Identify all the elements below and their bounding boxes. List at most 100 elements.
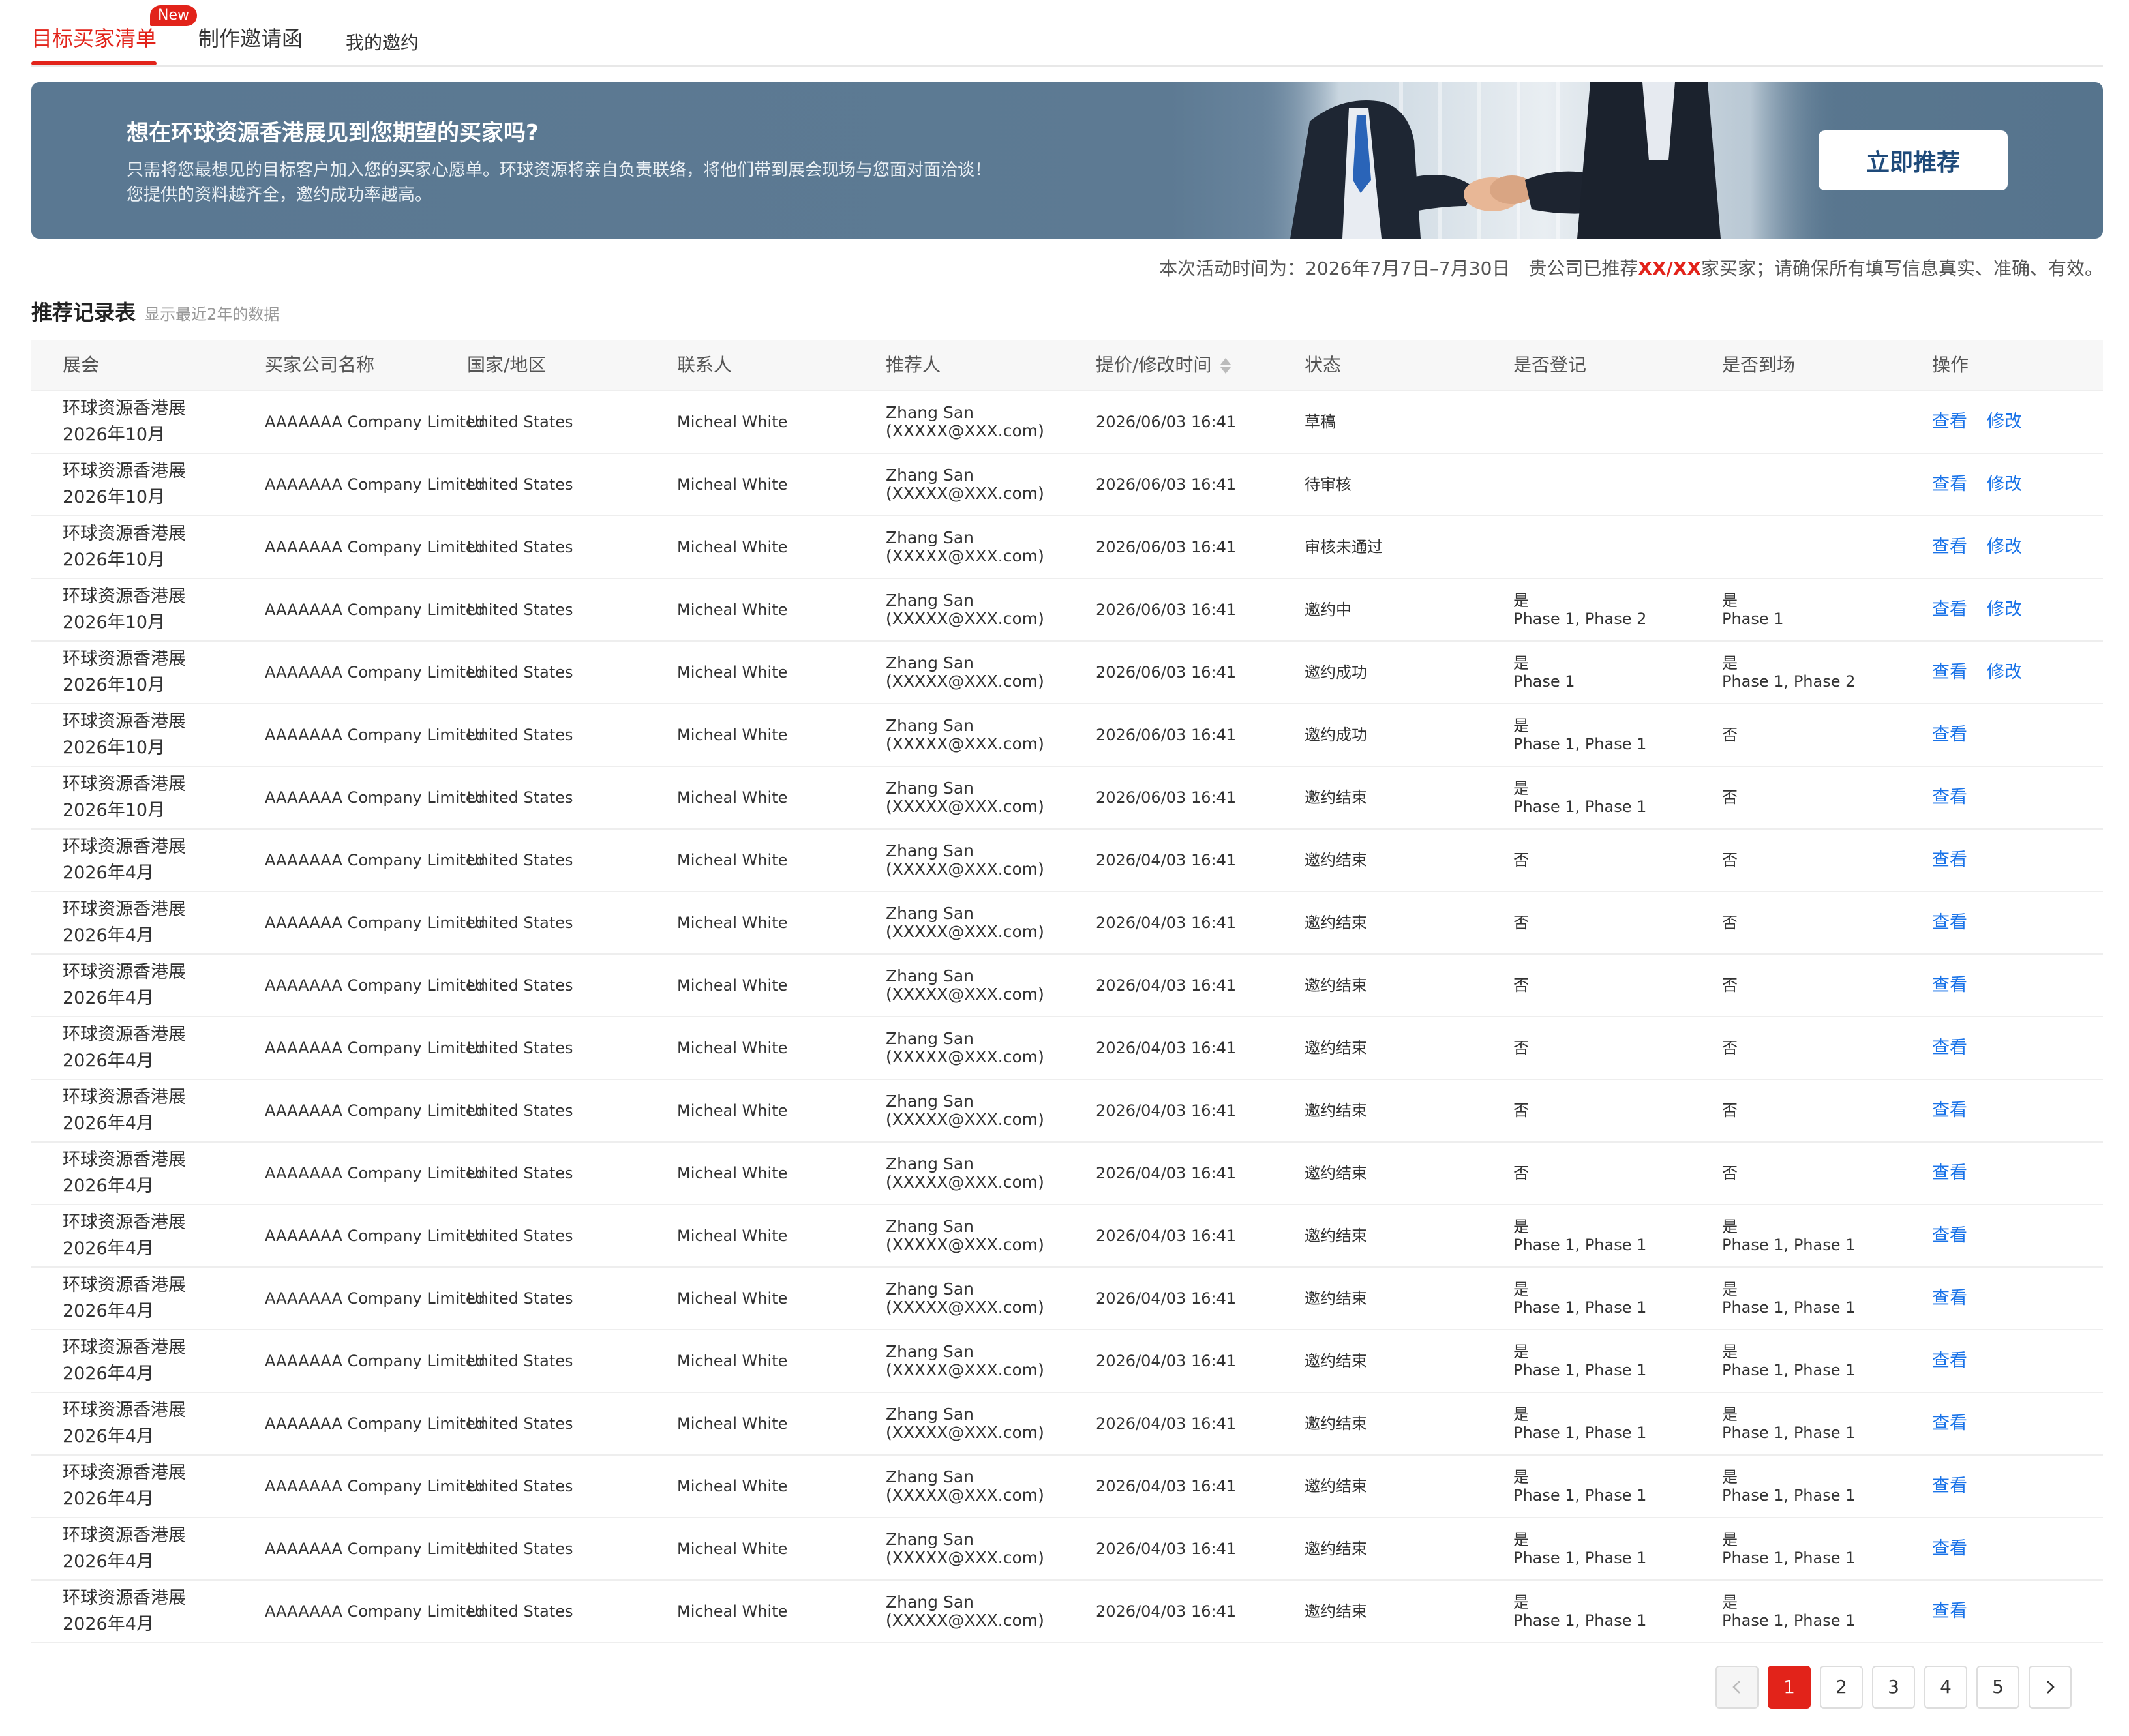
page-4-button[interactable]: 4 xyxy=(1924,1666,1967,1709)
cell-contact: Micheal White xyxy=(677,955,787,1016)
cell-country: United States xyxy=(467,1017,573,1079)
cell-arrived: 是 Phase 1, Phase 1 xyxy=(1722,1205,1855,1266)
cell-arrived: 是 Phase 1, Phase 1 xyxy=(1722,1456,1855,1517)
header-time[interactable]: 提价/修改时间 xyxy=(1096,340,1232,390)
cell-contact: Micheal White xyxy=(677,391,787,453)
view-link[interactable]: 查看 xyxy=(1932,726,1967,744)
registered-value: 是 xyxy=(1513,779,1529,798)
cell-status: 邀约中 xyxy=(1305,579,1351,640)
cell-contact: Micheal White xyxy=(677,1205,787,1266)
arrived-value: 否 xyxy=(1722,1039,1738,1057)
recommend-now-button[interactable]: 立即推荐 xyxy=(1819,130,2008,190)
cell-time: 2026/04/03 16:41 xyxy=(1096,1581,1236,1642)
page-5-button[interactable]: 5 xyxy=(1976,1666,2019,1709)
edit-link[interactable]: 修改 xyxy=(1987,663,2022,681)
fair-date: 2026年10月 xyxy=(63,550,166,570)
cell-fair: 环球资源香港展 2026年4月 xyxy=(63,1268,186,1329)
table-row: 环球资源香港展 2026年4月 AAAAAAA Company Limited Uni… xyxy=(31,1017,2103,1080)
cell-ops: 查看 修改 xyxy=(1932,579,2042,640)
contact-name: Micheal White xyxy=(677,788,788,807)
page-1-button[interactable]: 1 xyxy=(1768,1666,1811,1709)
view-link[interactable]: 查看 xyxy=(1932,413,1967,431)
view-link[interactable]: 查看 xyxy=(1932,1101,1967,1120)
referrer-name: Zhang San xyxy=(886,779,974,798)
view-link[interactable]: 查看 xyxy=(1932,601,1967,619)
view-link[interactable]: 查看 xyxy=(1932,1414,1967,1433)
company-name: AAAAAAA Company Limited xyxy=(265,1289,485,1308)
sort-icon[interactable] xyxy=(1219,357,1232,375)
referrer-email: (XXXXX@XXX.com) xyxy=(886,1298,1044,1317)
view-link[interactable]: 查看 xyxy=(1932,538,1967,556)
page-3-button[interactable]: 3 xyxy=(1872,1666,1915,1709)
tab-my-invitations[interactable]: 我的邀约 xyxy=(346,29,419,55)
page-2-button[interactable]: 2 xyxy=(1820,1666,1863,1709)
country-name: United States xyxy=(467,1540,573,1558)
view-link[interactable]: 查看 xyxy=(1932,1540,1967,1558)
view-link[interactable]: 查看 xyxy=(1932,1602,1967,1621)
cell-time: 2026/06/03 16:41 xyxy=(1096,391,1236,453)
cell-time: 2026/04/03 16:41 xyxy=(1096,1330,1236,1392)
cell-fair: 环球资源香港展 2026年4月 xyxy=(63,1017,186,1079)
edit-link[interactable]: 修改 xyxy=(1987,601,2022,619)
cell-company: AAAAAAA Company Limited xyxy=(265,767,485,828)
modified-time: 2026/04/03 16:41 xyxy=(1096,1352,1237,1370)
country-name: United States xyxy=(467,475,573,494)
edit-link[interactable]: 修改 xyxy=(1987,475,2022,494)
view-link[interactable]: 查看 xyxy=(1932,475,1967,494)
fair-date: 2026年10月 xyxy=(63,800,166,820)
fair-date: 2026年4月 xyxy=(63,1489,154,1509)
cell-registered: 否 xyxy=(1513,955,1529,1016)
view-link[interactable]: 查看 xyxy=(1932,851,1967,869)
view-link[interactable]: 查看 xyxy=(1932,788,1967,807)
view-link[interactable]: 查看 xyxy=(1932,914,1967,932)
cell-time: 2026/04/03 16:41 xyxy=(1096,955,1236,1016)
view-link[interactable]: 查看 xyxy=(1932,1352,1967,1370)
country-name: United States xyxy=(467,1289,573,1308)
referrer-name: Zhang San xyxy=(886,1092,974,1111)
cell-referrer: Zhang San (XXXXX@XXX.com) xyxy=(886,642,1044,703)
prev-page-button[interactable] xyxy=(1715,1666,1759,1709)
status-text: 邀约结束 xyxy=(1305,1101,1367,1120)
cell-ops: 查看 xyxy=(1932,955,1987,1016)
registered-value: 是 xyxy=(1513,717,1529,735)
referrer-email: (XXXXX@XXX.com) xyxy=(886,734,1044,753)
cell-referrer: Zhang San (XXXXX@XXX.com) xyxy=(886,1330,1044,1392)
status-text: 邀约结束 xyxy=(1305,1602,1367,1621)
registered-phases: Phase 1 xyxy=(1513,672,1575,691)
view-link[interactable]: 查看 xyxy=(1932,663,1967,681)
registered-phases: Phase 1, Phase 1 xyxy=(1513,1611,1647,1630)
view-link[interactable]: 查看 xyxy=(1932,1477,1967,1495)
cell-company: AAAAAAA Company Limited xyxy=(265,830,485,891)
view-link[interactable]: 查看 xyxy=(1932,1164,1967,1182)
fair-name: 环球资源香港展 xyxy=(63,1338,186,1358)
view-link[interactable]: 查看 xyxy=(1932,976,1967,995)
table-row: 环球资源香港展 2026年4月 AAAAAAA Company Limited Uni… xyxy=(31,1080,2103,1143)
view-link[interactable]: 查看 xyxy=(1932,1227,1967,1245)
tab-target-buyers[interactable]: 目标买家清单 xyxy=(31,22,157,65)
registered-phases: Phase 1, Phase 1 xyxy=(1513,1424,1647,1442)
chevron-right-icon xyxy=(2047,1681,2055,1694)
edit-link[interactable]: 修改 xyxy=(1987,538,2022,556)
cell-contact: Micheal White xyxy=(677,767,787,828)
tab-make-invitation[interactable]: 制作邀请函 xyxy=(198,22,303,52)
cell-country: United States xyxy=(467,1080,573,1141)
edit-link[interactable]: 修改 xyxy=(1987,413,2022,431)
cell-country: United States xyxy=(467,642,573,703)
cell-arrived: 是 Phase 1, Phase 2 xyxy=(1722,642,1855,703)
country-name: United States xyxy=(467,538,573,556)
fair-name: 环球资源香港展 xyxy=(63,774,186,794)
cell-country: United States xyxy=(467,1205,573,1266)
arrived-phases: Phase 1, Phase 2 xyxy=(1722,672,1856,691)
view-link[interactable]: 查看 xyxy=(1932,1289,1967,1308)
fair-date: 2026年4月 xyxy=(63,988,154,1008)
arrived-value: 否 xyxy=(1722,851,1738,869)
cell-ops: 查看 xyxy=(1932,1205,1987,1266)
referrer-email: (XXXXX@XXX.com) xyxy=(886,1486,1044,1504)
referrer-name: Zhang San xyxy=(886,841,974,860)
fair-date: 2026年10月 xyxy=(63,738,166,758)
cell-ops: 查看 xyxy=(1932,1268,1987,1329)
referrer-email: (XXXXX@XXX.com) xyxy=(886,1235,1044,1254)
view-link[interactable]: 查看 xyxy=(1932,1039,1967,1057)
cell-company: AAAAAAA Company Limited xyxy=(265,1205,485,1266)
next-page-button[interactable] xyxy=(2029,1666,2072,1709)
